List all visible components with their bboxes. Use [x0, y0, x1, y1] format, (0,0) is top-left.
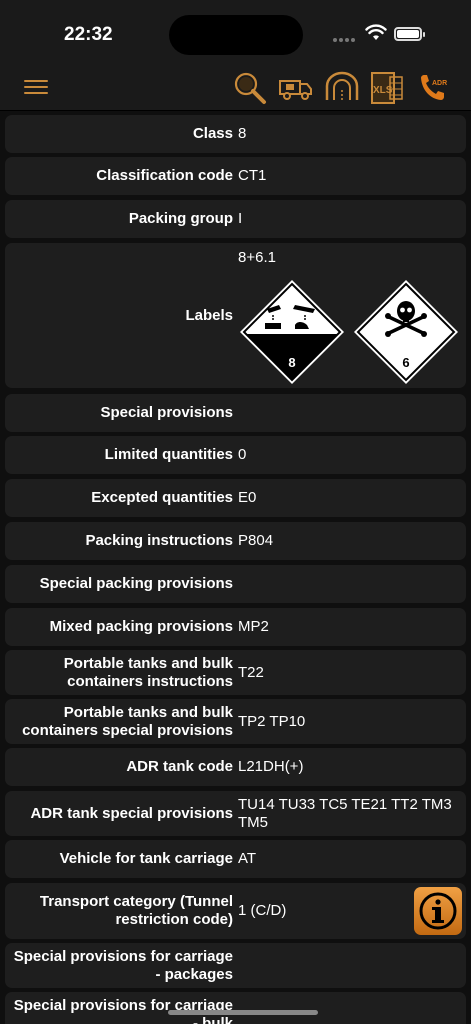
row-classification-code: Classification code CT1: [5, 157, 466, 195]
wifi-icon: [365, 24, 387, 40]
row-label: Excepted quantities: [91, 489, 233, 506]
row-label: Special provisions for carriage - packag…: [13, 947, 233, 983]
toolbar: XLS ADR: [0, 64, 471, 111]
row-portable-tanks-instructions: Portable tanks and bulk containers instr…: [5, 650, 466, 695]
row-label: Special provisions for carriage - bulk: [13, 996, 233, 1024]
cellular-signal-icon: [333, 29, 357, 47]
row-value: 0: [238, 446, 247, 463]
row-value: T22: [238, 663, 264, 681]
row-value: 8: [238, 125, 247, 142]
battery-icon: [394, 27, 425, 41]
row-special-provisions-packages: Special provisions for carriage - packag…: [5, 943, 466, 988]
row-mixed-packing-provisions: Mixed packing provisions MP2: [5, 608, 466, 646]
row-label: Class: [192, 125, 233, 142]
row-class: Class 8: [5, 115, 466, 153]
row-adr-tank-special-provisions: ADR tank special provisions TU14 TU33 TC…: [5, 791, 466, 836]
info-button[interactable]: [414, 887, 462, 935]
row-label: Special packing provisions: [39, 575, 233, 592]
emergency-call-icon[interactable]: ADR: [416, 70, 450, 106]
row-value: MP2: [238, 618, 269, 635]
row-value: AT: [238, 850, 257, 867]
row-value: TU14 TU33 TC5 TE21 TT2 TM3 TM5: [238, 795, 452, 831]
xls-export-icon[interactable]: XLS: [370, 70, 404, 106]
truck-icon[interactable]: [278, 70, 314, 104]
dynamic-island: [169, 15, 303, 55]
row-special-packing-provisions: Special packing provisions: [5, 565, 466, 603]
row-transport-category: Transport category (Tunnel restriction c…: [5, 883, 466, 939]
svg-text:8: 8: [288, 355, 295, 370]
row-label: Packing instructions: [85, 532, 233, 549]
row-packing-instructions: Packing instructions P804: [5, 522, 466, 560]
svg-text:ADR: ADR: [432, 80, 447, 87]
row-label: Portable tanks and bulk containers instr…: [63, 654, 233, 690]
row-label: Transport category (Tunnel restriction c…: [39, 893, 233, 928]
row-label: Special provisions: [100, 404, 233, 421]
app-screen: 22:32 XLS ADR Class 8 Classification cod…: [0, 0, 471, 1024]
row-value: L21DH(+): [238, 758, 304, 775]
row-special-provisions-bulk: Special provisions for carriage - bulk: [5, 992, 466, 1024]
row-excepted-quantities: Excepted quantities E0: [5, 479, 466, 517]
toxic-skull-placard-icon: 6: [354, 280, 458, 384]
row-label: Limited quantities: [104, 446, 233, 463]
row-limited-quantities: Limited quantities 0: [5, 436, 466, 474]
row-value: P804: [238, 532, 274, 549]
row-label: Labels: [185, 306, 233, 324]
tunnel-icon[interactable]: [324, 70, 360, 104]
status-time: 22:32: [64, 24, 113, 45]
row-label: Mixed packing provisions: [49, 618, 233, 635]
info-icon: [419, 892, 457, 930]
status-bar: 22:32: [0, 0, 471, 64]
row-label: ADR tank special provisions: [30, 804, 233, 822]
row-labels: Labels 8+6.1 8 6: [5, 243, 466, 388]
row-value: I: [238, 210, 243, 227]
row-vehicle-for-tank-carriage: Vehicle for tank carriage AT: [5, 840, 466, 878]
row-label: ADR tank code: [126, 758, 233, 775]
row-special-provisions: Special provisions: [5, 394, 466, 432]
hamburger-menu-icon[interactable]: [24, 80, 48, 94]
row-adr-tank-code: ADR tank code L21DH(+): [5, 748, 466, 786]
row-value: CT1: [238, 167, 267, 184]
home-indicator[interactable]: [168, 1010, 318, 1015]
row-portable-tanks-special-provisions: Portable tanks and bulk containers speci…: [5, 699, 466, 744]
search-icon[interactable]: [232, 70, 268, 106]
substance-details-list: Class 8 Classification code CT1 Packing …: [0, 111, 471, 1024]
row-label: Classification code: [96, 167, 233, 184]
row-value: [238, 394, 458, 432]
row-value: TP2 TP10: [238, 712, 306, 730]
row-value: [238, 943, 458, 988]
svg-text:XLS: XLS: [373, 85, 393, 96]
row-value: [238, 992, 458, 1024]
row-label: Vehicle for tank carriage: [59, 850, 233, 867]
corrosive-placard-icon: 8: [240, 280, 344, 384]
labels-code: 8+6.1: [238, 249, 276, 266]
row-label: Packing group: [128, 210, 233, 227]
row-value: E0: [238, 489, 257, 506]
row-packing-group: Packing group I: [5, 200, 466, 238]
row-label: Portable tanks and bulk containers speci…: [22, 703, 233, 739]
svg-text:6: 6: [402, 355, 409, 370]
row-value: [238, 565, 458, 603]
